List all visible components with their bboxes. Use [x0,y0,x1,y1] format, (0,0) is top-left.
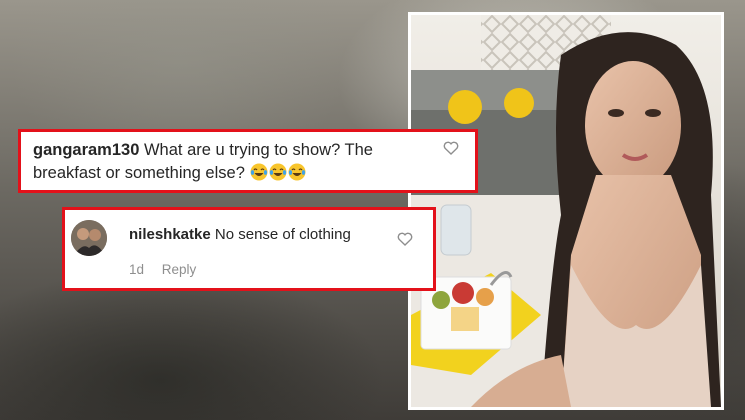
avatar[interactable] [71,220,107,256]
highlighted-comment-1: gangaram130 What are u trying to show? T… [18,129,478,193]
comment-2-username[interactable]: nileshkatke [129,226,211,243]
reply-button[interactable]: Reply [162,262,197,277]
comment-1-username[interactable]: gangaram130 [33,141,139,159]
selfie-photo [408,12,724,410]
comment-2-body: nileshkatke No sense of clothing [129,226,351,243]
comment-2-text: No sense of clothing [214,226,351,243]
laughing-tears-emoji [250,163,268,181]
comment-2-meta: 1d Reply [129,262,210,277]
comment-2-time: 1d [129,262,145,277]
heart-icon[interactable] [443,141,459,155]
laughing-tears-emoji [269,163,287,181]
highlighted-comment-2: nileshkatke No sense of clothing 1d Repl… [62,207,436,291]
laughing-tears-emoji [288,163,306,181]
comment-1-body: gangaram130 What are u trying to show? T… [33,139,443,185]
heart-icon[interactable] [397,232,413,246]
